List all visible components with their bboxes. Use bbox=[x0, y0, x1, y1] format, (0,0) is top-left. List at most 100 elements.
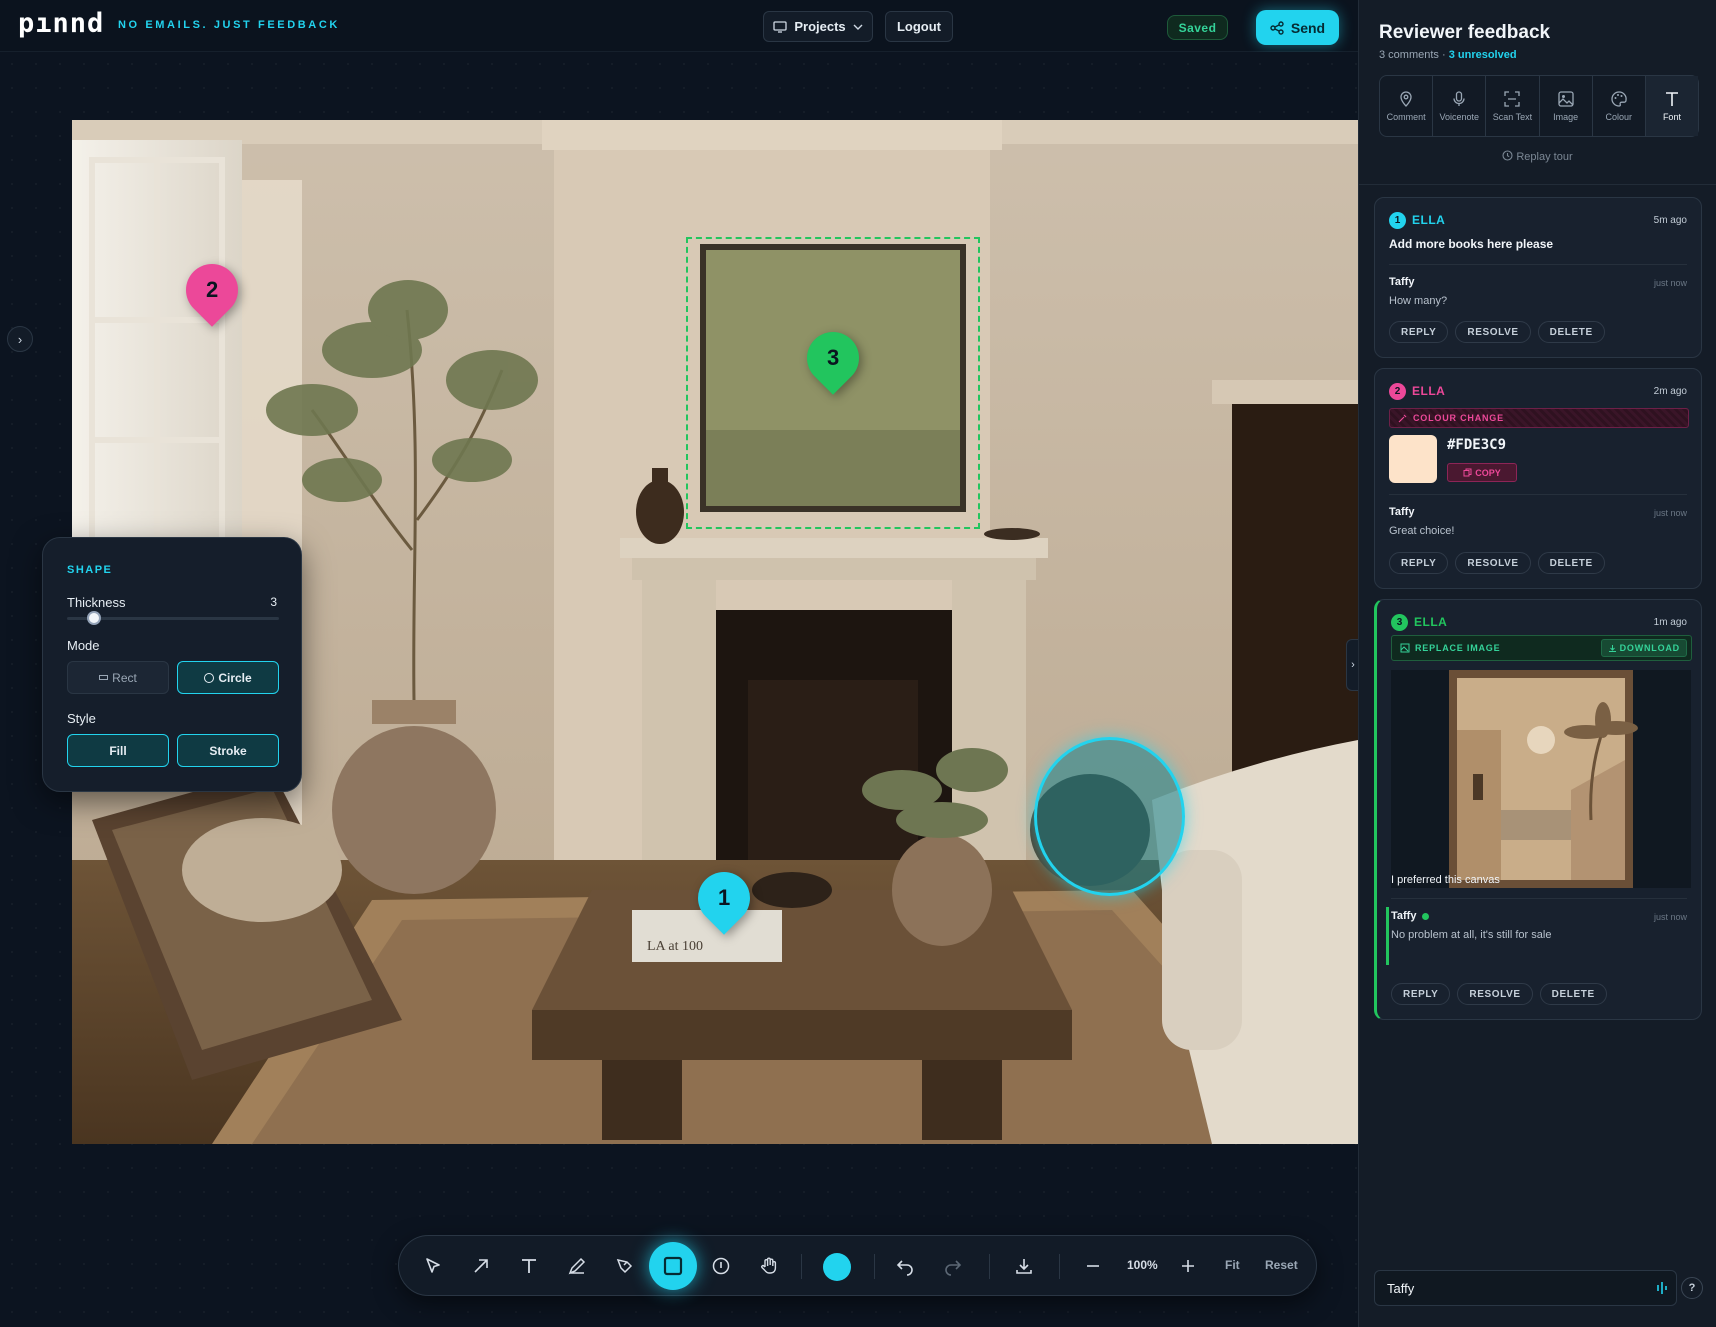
shape-panel-title: SHAPE bbox=[67, 564, 113, 576]
logo[interactable]: pınnd bbox=[18, 8, 104, 39]
colour-tool-label: Colour bbox=[1605, 112, 1633, 122]
zoom-in-button[interactable] bbox=[1167, 1245, 1209, 1287]
comment-card-2[interactable]: 2 ELLA 2m ago COLOUR CHANGE #FDE3C9 COPY… bbox=[1374, 368, 1702, 589]
comment-actions: REPLY RESOLVE DELETE bbox=[1389, 552, 1605, 574]
shape-icon bbox=[663, 1256, 683, 1276]
comment-divider bbox=[1389, 264, 1687, 265]
toolbar-divider bbox=[989, 1254, 990, 1279]
delete-button[interactable]: DELETE bbox=[1539, 983, 1607, 1005]
delete-button[interactable]: DELETE bbox=[1537, 321, 1605, 343]
audio-bars-icon bbox=[1657, 1282, 1667, 1294]
font-tool[interactable]: Font bbox=[1645, 76, 1699, 136]
comment-text: I preferred this canvas bbox=[1391, 874, 1500, 886]
replay-tour-link[interactable]: Replay tour bbox=[1359, 150, 1716, 163]
zoom-level: 100% bbox=[1127, 1258, 1158, 1272]
reply-author: Taffy bbox=[1389, 276, 1415, 288]
reply-time: just now bbox=[1653, 278, 1687, 288]
scan-icon bbox=[1504, 91, 1521, 107]
logout-button[interactable]: Logout bbox=[885, 11, 953, 42]
palette-icon bbox=[1611, 91, 1627, 107]
copy-colour-button[interactable]: COPY bbox=[1447, 463, 1517, 482]
comment-card-1[interactable]: 1 ELLA 5m ago Add more books here please… bbox=[1374, 197, 1702, 358]
tagline: NO EMAILS. JUST FEEDBACK bbox=[118, 19, 340, 31]
comment-time: 1m ago bbox=[1653, 617, 1687, 628]
pen-icon bbox=[568, 1257, 586, 1275]
colour-tool[interactable]: Colour bbox=[1593, 76, 1646, 136]
comment-text: Add more books here please bbox=[1389, 237, 1554, 251]
thickness-slider-handle[interactable] bbox=[87, 611, 101, 625]
download-image-button[interactable]: DOWNLOAD bbox=[1600, 639, 1687, 657]
saved-badge: Saved bbox=[1167, 15, 1228, 40]
delete-button[interactable]: DELETE bbox=[1537, 552, 1605, 574]
hand-tool-button[interactable] bbox=[748, 1245, 790, 1287]
fit-button[interactable]: Fit bbox=[1225, 1258, 1240, 1272]
feedback-tools: Comment Voicenote Scan Text Image Colour… bbox=[1379, 75, 1699, 137]
feedback-panel: Reviewer feedback 3 comments · 3 unresol… bbox=[1358, 0, 1716, 1327]
undo-button[interactable] bbox=[884, 1245, 926, 1287]
hand-icon bbox=[761, 1257, 777, 1274]
zoom-out-button[interactable] bbox=[1072, 1245, 1114, 1287]
mode-circle-button[interactable]: Circle bbox=[177, 661, 279, 694]
image-tool[interactable]: Image bbox=[1540, 76, 1593, 136]
reply-button[interactable]: REPLY bbox=[1389, 321, 1449, 343]
select-icon bbox=[426, 1258, 440, 1273]
image-icon bbox=[1400, 643, 1410, 653]
circle-label: Circle bbox=[218, 670, 252, 685]
reply-time: just now bbox=[1653, 912, 1687, 922]
arrow-tool-button[interactable] bbox=[460, 1245, 502, 1287]
comment-author: ELLA bbox=[1414, 615, 1448, 629]
comment-tool-label: Comment bbox=[1386, 112, 1426, 122]
select-tool-button[interactable] bbox=[412, 1245, 454, 1287]
text-tool-button[interactable] bbox=[508, 1245, 550, 1287]
reply-button[interactable]: REPLY bbox=[1389, 552, 1449, 574]
reset-button[interactable]: Reset bbox=[1265, 1258, 1298, 1272]
style-stroke-button[interactable]: Stroke bbox=[177, 734, 279, 767]
style-label: Style bbox=[67, 711, 96, 726]
expand-left-button[interactable]: › bbox=[7, 326, 33, 352]
comment-tool[interactable]: Comment bbox=[1380, 76, 1434, 136]
send-button[interactable]: Send bbox=[1256, 10, 1339, 45]
font-tool-label: Font bbox=[1662, 112, 1681, 122]
reply-author: Taffy bbox=[1391, 910, 1430, 922]
replay-tour-label: Replay tour bbox=[1516, 151, 1573, 163]
rect-icon bbox=[99, 675, 109, 680]
scan-text-tool-label: Scan Text bbox=[1492, 112, 1533, 122]
help-button[interactable]: ? bbox=[1681, 1277, 1703, 1299]
comment-time: 5m ago bbox=[1653, 215, 1687, 226]
pen-tool-button[interactable] bbox=[556, 1245, 598, 1287]
mode-rect-button[interactable]: Rect bbox=[67, 661, 169, 694]
image-tool-label: Image bbox=[1553, 112, 1579, 122]
thickness-value: 3 bbox=[270, 595, 277, 609]
download-button[interactable] bbox=[1003, 1245, 1045, 1287]
mode-label: Mode bbox=[67, 638, 100, 653]
resolve-button[interactable]: RESOLVE bbox=[1457, 983, 1533, 1005]
redo-button[interactable] bbox=[932, 1245, 974, 1287]
name-input-value: Taffy bbox=[1387, 1280, 1415, 1296]
pin-tool-button[interactable] bbox=[700, 1245, 742, 1287]
style-fill-button[interactable]: Fill bbox=[67, 734, 169, 767]
scan-text-tool[interactable]: Scan Text bbox=[1486, 76, 1540, 136]
circle-annotation[interactable] bbox=[1034, 737, 1185, 896]
comment-number-badge: 2 bbox=[1389, 383, 1406, 400]
marker-icon bbox=[616, 1258, 633, 1274]
send-label: Send bbox=[1290, 19, 1326, 36]
comment-number-badge: 1 bbox=[1389, 212, 1406, 229]
shape-tool-button[interactable] bbox=[649, 1242, 697, 1290]
resolve-button[interactable]: RESOLVE bbox=[1455, 321, 1531, 343]
voicenote-tool[interactable]: Voicenote bbox=[1433, 76, 1487, 136]
reply-time: just now bbox=[1653, 508, 1687, 518]
microphone-icon bbox=[1453, 91, 1465, 106]
marker-tool-button[interactable] bbox=[604, 1245, 646, 1287]
projects-dropdown[interactable]: Projects bbox=[763, 11, 873, 42]
color-picker[interactable] bbox=[823, 1253, 851, 1281]
colour-hex: #FDE3C9 bbox=[1447, 437, 1507, 453]
reply-button[interactable]: REPLY bbox=[1391, 983, 1451, 1005]
replacement-image-thumbnail[interactable] bbox=[1391, 670, 1691, 888]
resolve-button[interactable]: RESOLVE bbox=[1455, 552, 1531, 574]
name-input[interactable]: Taffy bbox=[1374, 1270, 1677, 1306]
comment-card-3[interactable]: 3 ELLA 1m ago REPLACE IMAGE DOWNLOAD I p… bbox=[1374, 599, 1702, 1020]
thickness-label: Thickness bbox=[67, 595, 126, 610]
image-icon bbox=[1557, 91, 1574, 107]
monitor-icon bbox=[773, 20, 787, 33]
panel-title: Reviewer feedback bbox=[1379, 22, 1551, 43]
